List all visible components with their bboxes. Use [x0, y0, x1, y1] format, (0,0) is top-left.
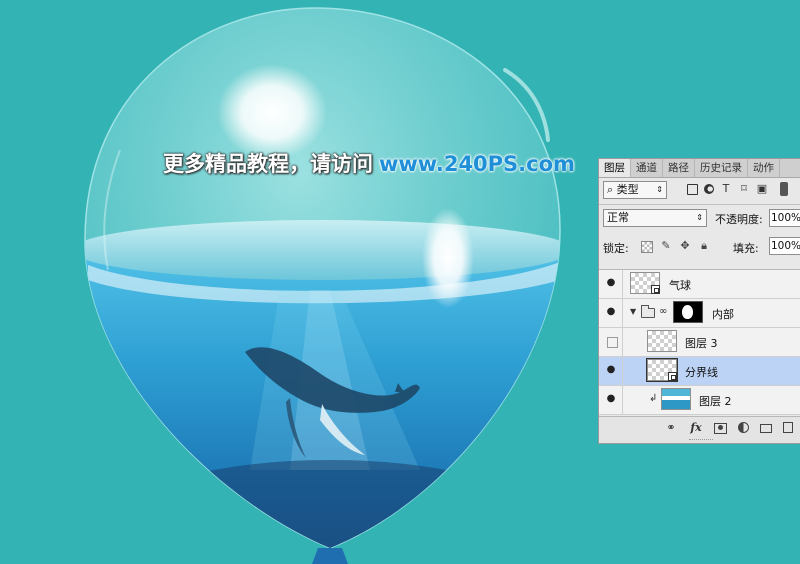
eye-hidden-icon[interactable]	[607, 337, 618, 348]
lock-icons: ✎ ✥ 🔒︎	[641, 239, 710, 253]
balloon-highlight	[217, 64, 327, 160]
lock-brush-icon[interactable]: ✎	[660, 239, 672, 253]
smart-object-icon	[668, 372, 677, 381]
adjustment-layer-icon[interactable]	[738, 422, 749, 433]
type-filter-icon[interactable]: T	[720, 182, 732, 196]
new-group-icon[interactable]	[760, 424, 772, 433]
watermark-url[interactable]: www.240PS.com	[379, 152, 575, 176]
layer-name[interactable]: 内部	[712, 306, 734, 322]
balloon-highlight-2	[422, 208, 474, 308]
expand-triangle-icon[interactable]: ▼	[630, 307, 636, 316]
sea-surface	[85, 220, 560, 280]
layer-list: ● 气球 ● ▼ ∞ 内部 图层 3 ● 分界线 ● ↲ 图层 2	[599, 269, 800, 415]
smart-object-icon	[651, 285, 660, 294]
filter-icons: T ⌑ ▣	[687, 182, 788, 196]
smart-object-filter-icon[interactable]: ▣	[756, 182, 768, 196]
filter-toggle-icon[interactable]	[780, 182, 788, 196]
divider	[622, 357, 623, 385]
lock-label: 锁定:	[603, 242, 629, 255]
fx-icon[interactable]: fx	[689, 421, 703, 435]
blend-mode-value: 正常	[607, 211, 629, 224]
chevron-updown-icon: ⇕	[656, 185, 663, 194]
link-layers-icon[interactable]: ⚭	[664, 421, 678, 435]
panel-tabs: 图层 通道 路径 历史记录 动作	[599, 159, 800, 178]
layer-thumbnail	[630, 272, 660, 294]
layer-name[interactable]: 分界线	[685, 364, 718, 380]
filter-kind-value: 类型	[616, 183, 639, 196]
filter-kind-select[interactable]: ⌕ 类型 ⇕	[603, 181, 667, 199]
watermark-text: 更多精品教程，请访问	[163, 152, 373, 176]
layer-row-balloon[interactable]: ● 气球	[599, 270, 800, 299]
layer-name[interactable]: 图层 2	[699, 393, 732, 409]
panel-footer: ⚭ fx	[599, 416, 800, 443]
balloon-knot	[312, 548, 348, 564]
adjustment-filter-icon[interactable]	[704, 184, 714, 194]
blend-row: 正常 ⇕ 不透明度: 100%	[603, 209, 800, 229]
lock-position-icon[interactable]: ✥	[679, 239, 691, 253]
link-icon[interactable]: ∞	[659, 306, 667, 317]
divider	[622, 386, 623, 414]
eye-icon[interactable]: ●	[605, 364, 617, 376]
layer-mask-thumbnail[interactable]	[673, 301, 703, 323]
blend-mode-select[interactable]: 正常 ⇕	[603, 209, 707, 227]
lock-row: 锁定: ✎ ✥ 🔒︎ 填充: 100%	[603, 237, 800, 257]
add-mask-icon[interactable]	[714, 423, 727, 434]
watermark: 更多精品教程，请访问 www.240PS.com	[163, 148, 575, 180]
layer-row-inner-group[interactable]: ● ▼ ∞ 内部	[599, 299, 800, 328]
layer-row-divider-line[interactable]: ● 分界线	[599, 357, 800, 386]
layer-row-layer3[interactable]: 图层 3	[599, 328, 800, 357]
pixel-filter-icon[interactable]	[687, 184, 698, 195]
tab-history[interactable]: 历史记录	[695, 159, 748, 177]
eye-icon[interactable]: ●	[605, 277, 617, 289]
layer-name[interactable]: 气球	[669, 277, 691, 293]
lock-all-icon[interactable]: 🔒︎	[698, 239, 710, 253]
chevron-updown-icon: ⇕	[696, 213, 703, 222]
clipping-arrow-icon: ↲	[649, 393, 658, 404]
footer-icons: ⚭ fx	[664, 421, 793, 435]
layer-thumbnail	[647, 330, 677, 352]
lock-transparency-icon[interactable]	[641, 241, 653, 253]
folder-icon	[641, 305, 655, 318]
eye-icon[interactable]: ●	[605, 393, 617, 405]
layers-panel: 图层 通道 路径 历史记录 动作 ⌕ 类型 ⇕ T ⌑ ▣ 正常 ⇕ 不透明度:…	[598, 158, 800, 444]
divider	[622, 328, 623, 356]
new-layer-icon[interactable]	[783, 422, 793, 433]
layer-row-layer2[interactable]: ● ↲ 图层 2	[599, 386, 800, 415]
fill-label: 填充:	[733, 242, 759, 255]
layer-thumbnail	[661, 388, 691, 410]
fill-input[interactable]: 100%	[769, 237, 800, 255]
tab-channels[interactable]: 通道	[631, 159, 663, 177]
shape-filter-icon[interactable]: ⌑	[738, 182, 750, 196]
opacity-label: 不透明度:	[715, 213, 763, 226]
layer-thumbnail	[646, 358, 678, 382]
tab-actions[interactable]: 动作	[748, 159, 780, 177]
divider	[622, 299, 623, 327]
eye-icon[interactable]: ●	[605, 306, 617, 318]
layer-name[interactable]: 图层 3	[685, 335, 718, 351]
filter-row: ⌕ 类型 ⇕ T ⌑ ▣	[603, 181, 799, 201]
tab-paths[interactable]: 路径	[663, 159, 695, 177]
search-icon: ⌕	[607, 183, 614, 196]
tab-layers[interactable]: 图层	[599, 159, 631, 177]
opacity-input[interactable]: 100%	[769, 209, 800, 227]
divider	[599, 204, 800, 205]
resize-grip[interactable]	[689, 439, 713, 442]
divider	[622, 270, 623, 298]
